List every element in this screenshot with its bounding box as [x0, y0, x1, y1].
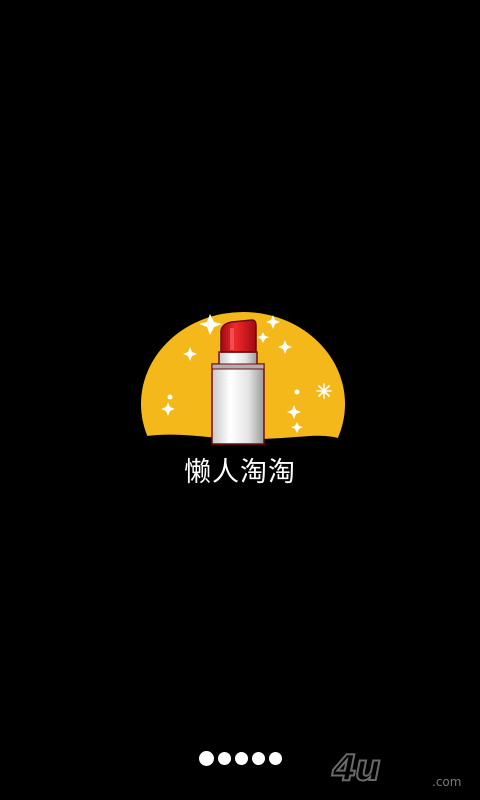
page-dot-3[interactable] [234, 752, 248, 765]
page-dot-2[interactable] [217, 752, 231, 765]
watermark-text: 4u [331, 748, 380, 789]
app-name: 懒人淘淘 [184, 457, 296, 488]
page-dot-1[interactable] [198, 751, 214, 766]
watermark-suffix: .com [432, 775, 461, 789]
page-dot-4[interactable] [251, 752, 265, 765]
lipstick-logo-icon [140, 312, 350, 452]
splash-screen: 懒人淘淘 4u .com [0, 0, 480, 800]
page-dot-5[interactable] [268, 752, 282, 765]
watermark-logo: 4u .com [330, 747, 461, 790]
